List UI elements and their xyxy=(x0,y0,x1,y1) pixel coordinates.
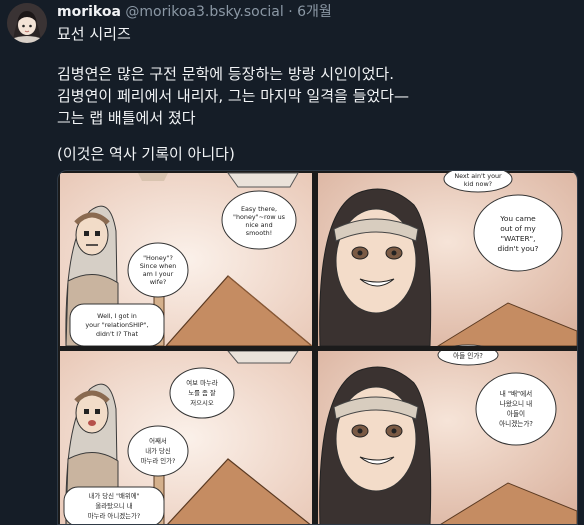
avatar[interactable] xyxy=(7,3,47,43)
panel4-bubble-a-line-1: 나왔으니 내 xyxy=(500,399,532,408)
post-line-2: 김병연이 페리에서 내리자, 그는 마지막 일격을 들었다— xyxy=(57,87,409,105)
panel3-bubble-b-line-0: 어째서 xyxy=(149,436,167,445)
panel1-bubble-b-line-0: "Honey"? xyxy=(143,254,173,262)
panel1-bubble-b-line-3: wife? xyxy=(150,278,167,286)
display-name[interactable]: morikoa xyxy=(57,4,121,20)
post-line-3: 그는 랩 배틀에서 졌다 xyxy=(57,109,196,127)
panel3-bubble-b-line-1: 내가 당신 xyxy=(145,446,171,455)
panel4-bubble-top-line-0: 아들 인가? xyxy=(453,351,483,360)
comic-image[interactable]: Easy there, "honey"~row us nice and smoo… xyxy=(57,170,578,525)
panel2-bubble-a-line-1: out of my xyxy=(500,224,536,233)
comic-panel-3: 여보 마누라 노를 좀 잘 저으시오 어째서 내가 당신 마누라 인가? 내가 … xyxy=(60,350,312,524)
comic-panel-1: Easy there, "honey"~row us nice and smoo… xyxy=(60,172,314,347)
panel4-bubble-a-line-2: 아들이 xyxy=(507,409,525,418)
panel3-bubble-a-line-0: 여보 마누라 xyxy=(186,378,218,387)
post-line-title: 묘선 시리즈 xyxy=(57,25,131,43)
separator: · xyxy=(288,4,293,20)
panel3-bubble-c-line-2: 마누라 아니겠는가? xyxy=(88,511,140,520)
avatar-image xyxy=(7,3,47,43)
panel3-bubble-b-line-2: 마누라 인가? xyxy=(141,456,176,465)
panel1-bubble-b-line-1: Since when xyxy=(140,262,177,270)
panel1-bubble-a-line-3: smooth! xyxy=(246,229,273,237)
panel2-bubble-top-line-0: Next ain't your xyxy=(454,172,502,180)
panel3-bubble-a-line-1: 노를 좀 잘 xyxy=(188,389,216,397)
post-header: morikoa @morikoa3.bsky.social · 6개월 xyxy=(57,3,332,21)
handle[interactable]: @morikoa3.bsky.social xyxy=(125,4,283,20)
panel2-bubble-a-line-2: "WATER", xyxy=(501,234,536,243)
panel1-bubble-b-line-2: am I your xyxy=(143,270,174,278)
panel1-bubble-c-line-0: Well, I got in xyxy=(97,312,137,320)
panel2-bubble-a-line-0: You came xyxy=(499,214,536,223)
panel1-bubble-a-line-0: Easy there, xyxy=(241,205,277,213)
comic-panel-2: Next ain't your kid now? You came out of… xyxy=(318,171,577,347)
panel1-bubble-a-line-2: nice and xyxy=(245,221,272,229)
post: morikoa @morikoa3.bsky.social · 6개월 묘선 시… xyxy=(0,0,584,525)
panel1-bubble-a-line-1: "honey"~row us xyxy=(233,213,286,221)
panel3-bubble-c-line-1: 올라탔으니 내 xyxy=(95,501,132,510)
panel3-bubble-a-line-2: 저으시오 xyxy=(190,398,214,407)
panel3-bubble-c-line-0: 내가 당신 "배위에" xyxy=(88,491,139,500)
panel1-bubble-c-line-1: your "relationSHIP", xyxy=(85,321,148,329)
post-line-1: 김병연은 많은 구전 문학에 등장하는 방랑 시인이었다. xyxy=(57,65,394,83)
panel2-bubble-top-line-1: kid now? xyxy=(464,180,492,188)
panel2-bubble-a-line-3: didn't you? xyxy=(498,244,539,253)
post-body: 묘선 시리즈 김병연은 많은 구전 문학에 등장하는 방랑 시인이었다. 김병연… xyxy=(57,23,577,165)
post-line-disclaimer: (이것은 역사 기록이 아니다) xyxy=(57,145,235,163)
panel4-bubble-a-line-3: 아니겠는가? xyxy=(499,419,533,428)
post-time[interactable]: 6개월 xyxy=(297,4,332,20)
comic-panel-4: 아들 인가? 내 "배"에서 나왔으니 내 아들이 아니겠는가? xyxy=(318,344,577,524)
panel4-bubble-a-line-0: 내 "배"에서 xyxy=(500,389,532,398)
panel1-bubble-c-line-2: didn't I? That xyxy=(96,330,138,338)
